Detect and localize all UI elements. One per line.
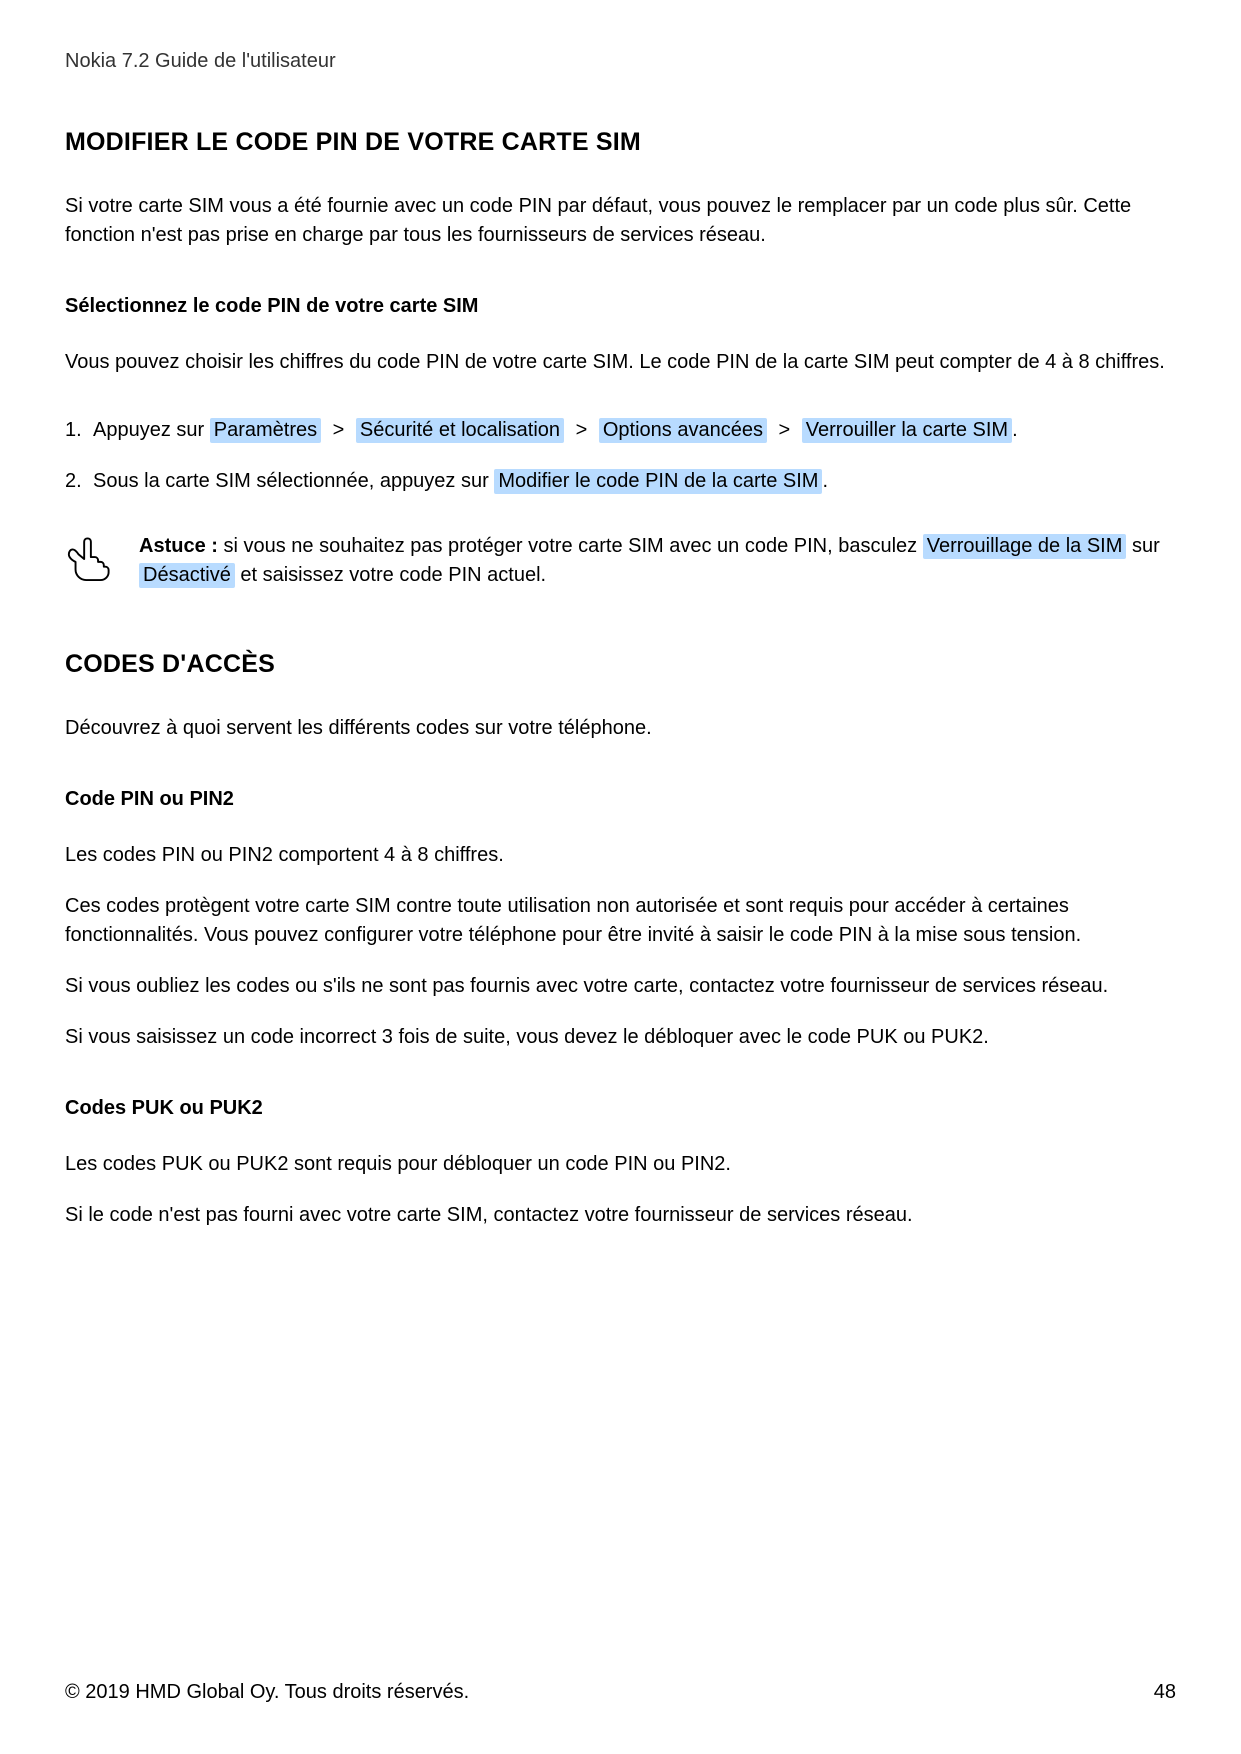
page-footer: © 2019 HMD Global Oy. Tous droits réserv… <box>65 1681 1176 1704</box>
pill-modifier-code-pin: Modifier le code PIN de la carte SIM <box>494 469 822 494</box>
step-list: Appuyez sur Paramètres > Sécurité et loc… <box>65 415 1176 497</box>
tip-t1: si vous ne souhaitez pas protéger votre … <box>223 535 922 557</box>
subsection-pin-pin2-title: Code PIN ou PIN2 <box>65 788 1176 811</box>
pill-desactive: Désactivé <box>139 563 235 588</box>
chevron-icon: > <box>327 419 351 441</box>
pin-pin2-p1: Les codes PIN ou PIN2 comportent 4 à 8 c… <box>65 841 1176 870</box>
pill-parametres: Paramètres <box>210 418 321 443</box>
footer-page-number: 48 <box>1154 1681 1176 1704</box>
subsection-puk-puk2-title: Codes PUK ou PUK2 <box>65 1097 1176 1120</box>
section-access-codes-title: CODES D'ACCÈS <box>65 650 1176 679</box>
pin-pin2-p2: Ces codes protègent votre carte SIM cont… <box>65 892 1176 950</box>
document-header: Nokia 7.2 Guide de l'utilisateur <box>65 50 1176 73</box>
puk-puk2-p2: Si le code n'est pas fourni avec votre c… <box>65 1201 1176 1230</box>
pill-securite-localisation: Sécurité et localisation <box>356 418 564 443</box>
footer-copyright: © 2019 HMD Global Oy. Tous droits réserv… <box>65 1681 469 1704</box>
step-1-suffix: . <box>1012 419 1018 441</box>
pill-options-avancees: Options avancées <box>599 418 767 443</box>
section-modify-pin-intro: Si votre carte SIM vous a été fournie av… <box>65 192 1176 250</box>
tip-label: Astuce : <box>139 535 223 557</box>
step-1-prefix: Appuyez sur <box>93 419 210 441</box>
chevron-icon: > <box>773 419 797 441</box>
tip-text: Astuce : si vous ne souhaitez pas protég… <box>139 532 1176 590</box>
pin-pin2-p4: Si vous saisissez un code incorrect 3 fo… <box>65 1023 1176 1052</box>
step-2-suffix: . <box>822 470 828 492</box>
subsection-select-pin-intro: Vous pouvez choisir les chiffres du code… <box>65 348 1176 377</box>
tip-t2: sur <box>1126 535 1159 557</box>
step-1: Appuyez sur Paramètres > Sécurité et loc… <box>65 415 1176 446</box>
subsection-select-pin-title: Sélectionnez le code PIN de votre carte … <box>65 295 1176 318</box>
pill-verrouiller-sim: Verrouiller la carte SIM <box>802 418 1012 443</box>
section-access-codes-intro: Découvrez à quoi servent les différents … <box>65 714 1176 743</box>
pill-verrouillage-sim: Verrouillage de la SIM <box>923 534 1127 559</box>
pin-pin2-p3: Si vous oubliez les codes ou s'ils ne so… <box>65 972 1176 1001</box>
tip-callout: Astuce : si vous ne souhaitez pas protég… <box>65 532 1176 590</box>
section-modify-pin-title: MODIFIER LE CODE PIN DE VOTRE CARTE SIM <box>65 128 1176 157</box>
puk-puk2-p1: Les codes PUK ou PUK2 sont requis pour d… <box>65 1150 1176 1179</box>
step-2: Sous la carte SIM sélectionnée, appuyez … <box>65 466 1176 497</box>
step-2-prefix: Sous la carte SIM sélectionnée, appuyez … <box>93 470 494 492</box>
tip-t3: et saisissez votre code PIN actuel. <box>235 564 546 586</box>
hand-point-icon <box>65 536 111 582</box>
chevron-icon: > <box>570 419 594 441</box>
